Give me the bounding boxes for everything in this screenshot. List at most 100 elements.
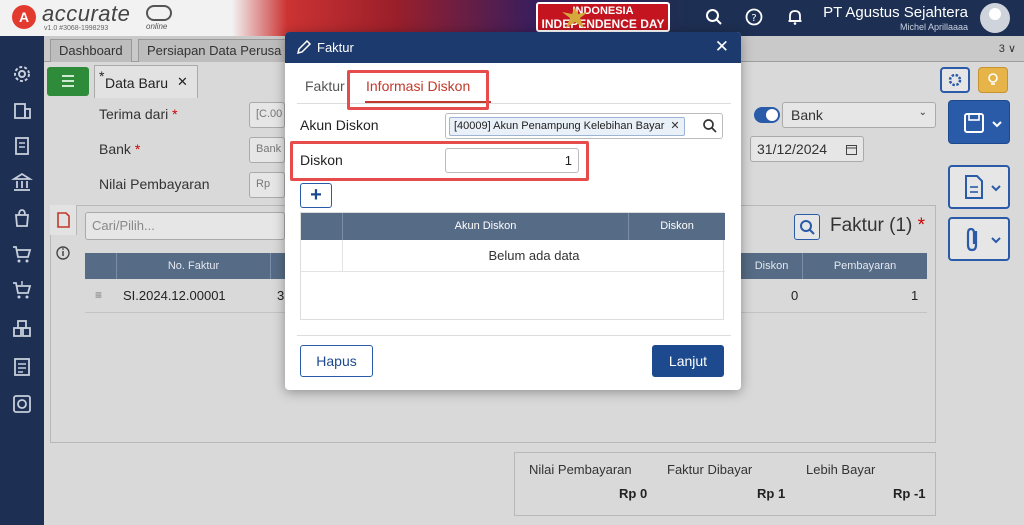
document-icon	[57, 212, 70, 228]
save-button[interactable]	[948, 100, 1010, 144]
add-row-button[interactable]: +	[300, 183, 332, 208]
summary-faktur-label: Faktur Dibayar	[667, 462, 753, 477]
avatar[interactable]	[980, 3, 1010, 33]
cloud-icon	[146, 5, 172, 21]
col-diskon: Diskon	[741, 253, 803, 279]
toggle-switch[interactable]	[754, 107, 780, 123]
banner-line2: INDEPENDENCE DAY	[541, 17, 665, 31]
faktur-title: Faktur (1) *	[830, 215, 926, 236]
date-input[interactable]: 31/12/2024	[750, 136, 864, 162]
tips-button[interactable]	[978, 67, 1008, 93]
paperclip-icon	[966, 227, 1001, 252]
company-name[interactable]: PT Agustus Sejahtera	[823, 4, 968, 21]
close-icon[interactable]: ✕	[715, 37, 729, 57]
settings-button[interactable]	[940, 67, 970, 93]
sidebar	[0, 36, 44, 525]
summary-faktur-value: Rp 1	[757, 486, 786, 501]
chevron-down-icon: ⌄	[918, 107, 927, 118]
svg-text:?: ?	[751, 13, 756, 24]
search-button[interactable]	[794, 214, 820, 240]
lightbulb-icon	[988, 73, 998, 85]
pencil-icon	[296, 39, 312, 55]
inventory-icon[interactable]	[11, 318, 33, 340]
close-tab-icon[interactable]: ✕	[177, 74, 188, 90]
summary-nilai-label: Nilai Pembayaran	[529, 462, 632, 477]
tab-dashboard[interactable]: Dashboard	[50, 39, 132, 62]
list-view-button[interactable]	[47, 67, 89, 96]
list-icon	[62, 75, 74, 87]
akun-diskon-label: Akun Diskon	[300, 117, 379, 133]
drag-handle-icon[interactable]: ≡	[95, 288, 102, 302]
summary-panel: Nilai Pembayaran Rp 0 Faktur Dibayar Rp …	[514, 452, 936, 516]
accurate-logo-icon: A	[12, 5, 36, 29]
form-tab[interactable]: * Data Baru ✕	[94, 65, 198, 98]
gear-icon	[948, 73, 962, 87]
terima-dari-label: Terima dari *	[99, 106, 178, 122]
empty-row: Belum ada data	[301, 240, 725, 272]
diskon-highlight-box	[290, 141, 589, 181]
akun-diskon-chip: [40009] Akun Penampung Kelebihan Bayar ✕	[449, 117, 685, 136]
nilai-pembayaran-input[interactable]: Rp	[249, 172, 285, 198]
version-label: v1.0 #3068-1998293	[44, 25, 109, 32]
calendar-icon	[846, 145, 857, 155]
empty-message: Belum ada data	[488, 248, 580, 263]
info-tab[interactable]	[50, 238, 77, 268]
tab-count[interactable]: 3 ∨	[999, 42, 1016, 55]
ledger-icon[interactable]	[11, 135, 33, 157]
sales-cart-icon[interactable]	[11, 279, 33, 301]
col-akun-diskon: Akun Diskon	[343, 213, 629, 240]
cart-icon[interactable]	[11, 243, 33, 265]
terima-dari-input[interactable]: [C.00	[249, 102, 285, 128]
tab-faktur[interactable]: Faktur	[305, 78, 345, 94]
attachment-button[interactable]	[948, 217, 1010, 261]
tab-persiapan-data[interactable]: Persiapan Data Perusa	[138, 39, 298, 62]
detail-tab[interactable]	[50, 205, 77, 235]
form-tab-label: Data Baru	[105, 75, 169, 91]
row-diskon: 0	[791, 288, 799, 303]
row-pembayaran: 1	[911, 288, 919, 303]
help-icon[interactable]: ?	[744, 8, 764, 28]
user-name: Michel Aprillaaaa	[899, 22, 968, 32]
independence-banner: INDONESIA INDEPENDENCE DAY	[232, 0, 692, 36]
document-icon	[965, 175, 1001, 199]
purchase-bag-icon[interactable]	[11, 207, 33, 229]
bank-input[interactable]: Bank	[249, 137, 285, 163]
diskon-grid-header: Akun Diskon Diskon	[301, 213, 725, 240]
lanjut-button[interactable]: Lanjut	[652, 345, 724, 377]
save-icon	[964, 113, 1002, 133]
top-bar: A accurate online v1.0 #3068-1998293 IND…	[0, 0, 1024, 36]
hapus-button[interactable]: Hapus	[300, 345, 373, 377]
search-icon[interactable]	[702, 118, 718, 134]
search-icon	[800, 220, 815, 235]
col-pembayaran: Pembayaran	[833, 260, 897, 272]
row-no-faktur: SI.2024.12.00001	[123, 288, 226, 303]
bank-icon[interactable]	[11, 171, 33, 193]
banner-badge: INDONESIA INDEPENDENCE DAY	[536, 2, 670, 32]
summary-lebih-value: Rp -1	[893, 486, 926, 501]
logo-area: A accurate online v1.0 #3068-1998293	[0, 0, 260, 36]
print-button[interactable]	[948, 165, 1010, 209]
report-icon[interactable]	[11, 356, 33, 378]
garuda-emblem-icon	[562, 7, 588, 28]
nilai-pembayaran-label: Nilai Pembayaran	[99, 176, 210, 192]
search-icon[interactable]	[704, 8, 724, 28]
brand-sub: online	[146, 22, 168, 31]
brand-name: accurate	[42, 1, 131, 26]
col-no-faktur: No. Faktur	[117, 253, 271, 279]
bank-label: Bank *	[99, 141, 141, 157]
divider	[297, 335, 731, 336]
remove-chip-icon[interactable]: ✕	[670, 120, 679, 132]
summary-lebih-label: Lebih Bayar	[806, 462, 876, 477]
modal-title: Faktur	[317, 40, 354, 55]
tab-highlight-box	[347, 70, 489, 110]
bank-select[interactable]: Bank ⌄	[782, 102, 936, 128]
analytics-icon[interactable]	[11, 393, 33, 415]
bell-icon[interactable]	[785, 8, 805, 28]
company-icon[interactable]	[11, 99, 33, 121]
akun-diskon-field[interactable]: [40009] Akun Penampung Kelebihan Bayar ✕	[445, 113, 723, 139]
col-diskon: Diskon	[660, 220, 694, 232]
info-icon	[56, 246, 70, 260]
settings-icon[interactable]	[11, 63, 33, 85]
diskon-grid: Akun Diskon Diskon Belum ada data	[300, 212, 725, 320]
search-input[interactable]: Cari/Pilih...	[85, 212, 285, 240]
